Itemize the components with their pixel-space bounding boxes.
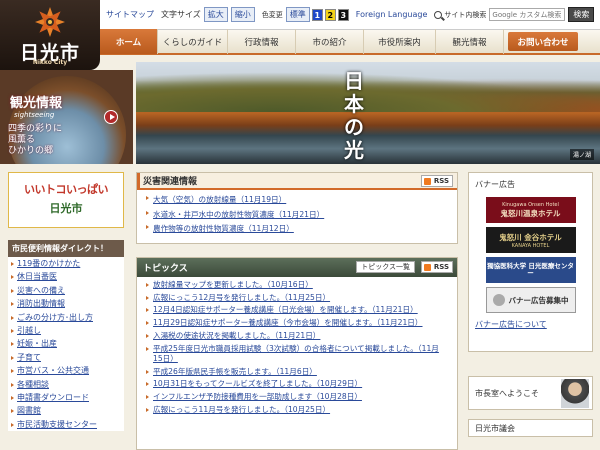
nav-city-intro[interactable]: 市の紹介 (296, 29, 364, 54)
directory-item[interactable]: 119番のかけかた (8, 257, 124, 270)
tagline-line-2: 風薫る (8, 135, 36, 145)
search-input[interactable] (489, 8, 566, 21)
list-item[interactable]: 11月29日認知症サポーター養成講座（今市会場）を開催します。（11月21日） (145, 318, 457, 328)
sitemap-link[interactable]: サイトマップ (106, 9, 154, 20)
ad-sub: KANAYA HOTEL (511, 242, 550, 249)
hero-caption: 湯ノ湖 (569, 149, 594, 160)
ad-name: 鬼怒川 金谷ホテル (499, 232, 562, 242)
list-item[interactable]: 広報にっこう11月号を発行しました。（10月25日） (145, 405, 457, 415)
nav-city-office[interactable]: 市役所案内 (364, 29, 436, 54)
city-name-en: Nikko City (32, 59, 68, 66)
topics-title: トピックス (143, 264, 188, 274)
tagline-line-3: ひかりの郷 (8, 146, 54, 156)
topics-list-button[interactable]: トピックス一覧 (356, 261, 415, 273)
directory-item[interactable]: 災害への備え (8, 284, 124, 297)
nav-administration[interactable]: 行政情報 (228, 29, 296, 54)
topics-list: 放射線量マップを更新しました。（10月16日） 広報にっこう12月号を発行しまし… (137, 277, 457, 415)
ad-name: 獨協医科大学 日光医療センター (487, 262, 574, 277)
nav-tourism[interactable]: 観光情報 (436, 29, 504, 54)
list-item[interactable]: 平成26年版県民手帳を販売します。（11月6日） (145, 367, 457, 377)
ad-name: バナー広告募集中 (508, 295, 569, 305)
utility-bar: サイトマップ 文字サイズ 拡大 縮小 色変更 標準 1 2 3 Foreign … (100, 0, 600, 30)
pr-banner[interactable]: いいトコいっぱい 日光市 (8, 172, 124, 228)
directory-list: 119番のかけかた 休日当番医 災害への備え 消防出動情報 ごみの分け方･出し方… (8, 257, 124, 432)
search-button[interactable]: 検索 (568, 7, 595, 22)
list-item[interactable]: 大気（空気）の放射線量（11月19日） (145, 193, 457, 208)
nav-home[interactable]: ホーム (100, 29, 158, 54)
tourism-tagline: 四季の彩りに 風薫る ひかりの郷 (8, 124, 62, 157)
ad-dokkyo-medical[interactable]: 獨協医科大学 日光医療センター (485, 257, 576, 283)
tourism-subtitle: sightseeing (14, 111, 55, 119)
ad-recruiting[interactable]: バナー広告募集中 (485, 287, 576, 313)
ad-kinugawa-onsen-hotel[interactable]: Kinugawa Onsen Hotel 鬼怒川温泉ホテル (485, 197, 576, 223)
hero-image: 日本の光 湯ノ湖 (136, 62, 600, 164)
directory-item[interactable]: 図書館 (8, 404, 124, 417)
tourism-title: 観光情報 (10, 96, 63, 111)
color-3-button[interactable]: 3 (337, 8, 349, 21)
list-item[interactable]: 12月4日認知症サポーター養成講座（日光会場）を開催します。（11月21日） (145, 305, 457, 315)
main-nav: ホーム くらしのガイド 行政情報 市の紹介 市役所案内 観光情報 お問い合わせ (100, 29, 600, 55)
topics-header: トピックス トピックス一覧 RSS (137, 258, 457, 277)
hero-title: 日本の光 (344, 69, 364, 162)
banner-about-link[interactable]: バナー広告について (469, 313, 592, 330)
directory-item[interactable]: 各種相談 (8, 378, 124, 391)
arrow-right-icon (104, 110, 118, 124)
color-change-label: 色変更 (261, 10, 283, 19)
person-icon (492, 294, 505, 306)
color-1-button[interactable]: 1 (311, 8, 323, 21)
mayor-photo (561, 379, 589, 408)
list-item[interactable]: 放射線量マップを更新しました。（10月16日） (145, 280, 457, 290)
directory-item[interactable]: 引越し (8, 324, 124, 337)
directory-title: 市民便利情報ダイレクト！ (8, 240, 124, 257)
ad-kanaya-hotel[interactable]: 鬼怒川 金谷ホテル KANAYA HOTEL (485, 227, 576, 253)
list-item[interactable]: 平成25年度日光市職員採用試験（3次試験）の合格者について掲載しました。（11月… (145, 344, 457, 365)
banner-ads-title: バナー広告 (475, 180, 515, 189)
list-item[interactable]: インフルエンザ予防接種費用を一部助成します（10月28日） (145, 392, 457, 402)
directory-item[interactable]: 休日当番医 (8, 270, 124, 283)
color-standard-button[interactable]: 標準 (285, 7, 310, 22)
text-size-label: 文字サイズ (161, 10, 201, 19)
shrink-text-button[interactable]: 縮小 (230, 7, 255, 22)
disaster-list: 大気（空気）の放射線量（11月19日） 水道水・井戸水中の放射性物質濃度（11月… (137, 190, 457, 237)
list-item[interactable]: 入湯税の使途状況を掲載しました。（11月21日） (145, 331, 457, 341)
list-item[interactable]: 水道水・井戸水中の放射性物質濃度（11月21日） (145, 208, 457, 223)
right-column: バナー広告 Kinugawa Onsen Hotel 鬼怒川温泉ホテル 鬼怒川 … (468, 172, 593, 437)
foreign-language-link[interactable]: Foreign Language (356, 10, 428, 19)
tourism-banner[interactable]: 観光情報 sightseeing 四季の彩りに 風薫る ひかりの郷 (0, 70, 133, 164)
header-accent (137, 173, 140, 188)
flower-logo-icon (35, 7, 65, 37)
directory-item[interactable]: ごみの分け方･出し方 (8, 311, 124, 324)
topics-rss-button[interactable]: RSS (420, 261, 453, 273)
list-item[interactable]: 広報にっこう12月号を発行しました。（11月25日） (145, 293, 457, 303)
mayor-office-link[interactable]: 市長室へようこそ (468, 376, 593, 410)
left-column: いいトコいっぱい 日光市 市民便利情報ダイレクト！ 119番のかけかた 休日当番… (8, 172, 124, 432)
banner-ads: バナー広告 Kinugawa Onsen Hotel 鬼怒川温泉ホテル 鬼怒川 … (468, 172, 593, 352)
site-search-label: サイト内検索 (444, 10, 487, 19)
contact-button[interactable]: お問い合わせ (508, 32, 578, 51)
ad-name: 鬼怒川温泉ホテル (500, 208, 561, 218)
pr-banner-line-2: 日光市 (49, 202, 83, 215)
color-2-button[interactable]: 2 (324, 8, 336, 21)
enlarge-text-button[interactable]: 拡大 (203, 7, 228, 22)
tagline-line-1: 四季の彩りに (8, 124, 63, 134)
disaster-title: 災害関連情報 (143, 177, 198, 187)
directory-item[interactable]: 市営バス・公共交通 (8, 364, 124, 377)
directory-item[interactable]: 妊娠・出産 (8, 337, 124, 350)
nav-living-guide[interactable]: くらしのガイド (158, 29, 228, 54)
site-logo[interactable]: 日光市 Nikko City (0, 0, 100, 70)
disaster-header: 災害関連情報 RSS (137, 173, 457, 190)
directory-item[interactable]: 申請書ダウンロード (8, 391, 124, 404)
directory-item[interactable]: 市民活動支援センター (8, 418, 124, 431)
mayor-label: 市長室へようこそ (475, 388, 539, 398)
search-icon (434, 10, 443, 19)
list-item[interactable]: 農作物等の放射性物質濃度（11月12日） (145, 222, 457, 237)
topics-panel: トピックス トピックス一覧 RSS 放射線量マップを更新しました。（10月16日… (136, 257, 458, 450)
directory-item[interactable]: 子育て (8, 351, 124, 364)
pr-banner-line-1: いいトコいっぱい (24, 183, 109, 196)
disaster-rss-button[interactable]: RSS (420, 175, 453, 187)
disaster-info-panel: 災害関連情報 RSS 大気（空気）の放射線量（11月19日） 水道水・井戸水中の… (136, 172, 458, 244)
list-item[interactable]: 10月31日をもってクールビズを終了しました。（10月29日） (145, 379, 457, 389)
city-assembly-link[interactable]: 日光市議会 (468, 419, 593, 437)
directory-item[interactable]: 消防出動情報 (8, 297, 124, 310)
